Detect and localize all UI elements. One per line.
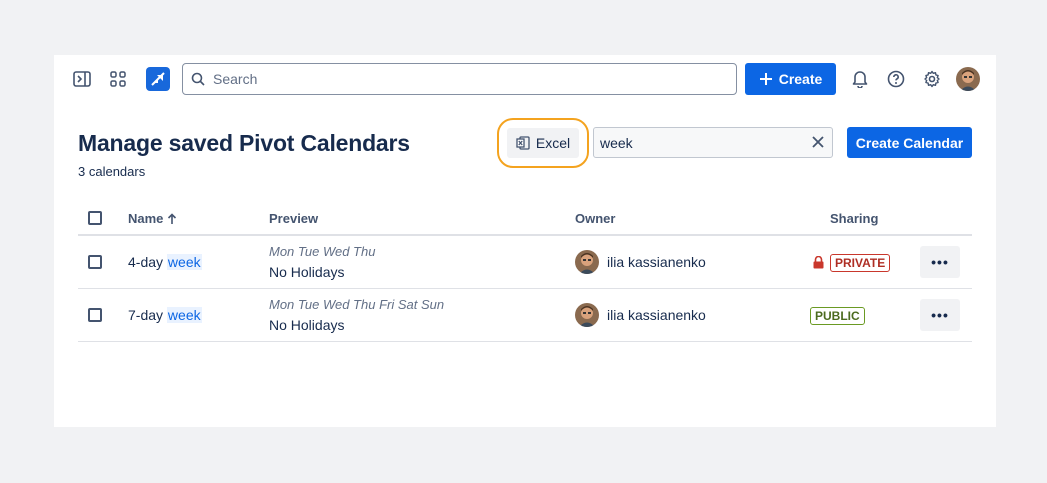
search-match-highlight: week: [166, 307, 202, 323]
calendar-name-link[interactable]: 4-day week: [128, 254, 202, 270]
row-checkbox[interactable]: [88, 255, 102, 269]
calendar-name-prefix: 7-day: [128, 307, 167, 323]
top-navigation-bar: Search Create: [54, 55, 996, 103]
filter-value: week: [600, 134, 633, 151]
column-preview-header: Preview: [269, 211, 319, 226]
gear-icon[interactable]: [920, 67, 944, 91]
column-sharing-header: Sharing: [830, 211, 879, 226]
search-icon: [191, 72, 205, 86]
search-placeholder: Search: [213, 71, 258, 87]
row-more-actions-button[interactable]: •••: [920, 246, 960, 278]
create-calendar-button[interactable]: Create Calendar: [847, 127, 972, 158]
clear-filter-icon[interactable]: [810, 134, 826, 150]
table-row: 7-day week Mon Tue Wed Thu Fri Sat Sun N…: [78, 289, 972, 342]
filter-input[interactable]: week: [593, 127, 833, 158]
table-header: Name Preview Owner Sharing: [78, 200, 972, 236]
plus-icon: [759, 73, 772, 85]
calendar-count: 3 calendars: [78, 164, 146, 179]
search-input[interactable]: Search: [182, 63, 737, 95]
calendar-name-prefix: 4-day: [128, 254, 167, 270]
table-row: 4-day week Mon Tue Wed Thu No Holidays i…: [78, 236, 972, 289]
preview-holidays: No Holidays: [269, 264, 345, 280]
excel-export-button[interactable]: Excel: [507, 128, 579, 158]
select-all-checkbox[interactable]: [88, 211, 102, 225]
page-title: Manage saved Pivot Calendars: [78, 130, 410, 156]
product-logo-icon[interactable]: [146, 67, 170, 91]
preview-holidays: No Holidays: [269, 317, 345, 333]
excel-highlight-ring: Excel: [497, 118, 589, 168]
owner-avatar: [575, 303, 599, 327]
preview-days: Mon Tue Wed Thu: [269, 244, 376, 259]
preview-days: Mon Tue Wed Thu Fri Sat Sun: [269, 297, 445, 312]
owner-name: ilia kassianenko: [607, 307, 706, 323]
sharing-status-badge: PUBLIC: [810, 307, 865, 325]
lock-icon: [813, 256, 824, 269]
sidebar-toggle-icon[interactable]: [70, 67, 94, 91]
sharing-status-badge: PRIVATE: [830, 254, 891, 272]
create-button-label: Create: [778, 71, 823, 87]
calendars-table: Name Preview Owner Sharing 4-day week Mo…: [78, 200, 972, 342]
column-name-header[interactable]: Name: [128, 211, 177, 226]
column-name-label: Name: [128, 211, 164, 226]
row-more-actions-button[interactable]: •••: [920, 299, 960, 331]
user-avatar[interactable]: [956, 67, 980, 91]
search-match-highlight: week: [166, 254, 202, 270]
column-owner-header: Owner: [575, 211, 616, 226]
owner-avatar: [575, 250, 599, 274]
owner-name: ilia kassianenko: [607, 254, 706, 270]
sort-ascending-icon: [168, 212, 177, 224]
excel-icon: [516, 136, 530, 150]
app-switcher-icon[interactable]: [106, 67, 130, 91]
help-icon[interactable]: [884, 67, 908, 91]
main-card: Search Create Manage saved Pivot Calenda…: [54, 55, 996, 427]
bell-icon[interactable]: [848, 67, 872, 91]
excel-button-label: Excel: [535, 135, 571, 151]
calendar-name-link[interactable]: 7-day week: [128, 307, 202, 323]
create-button[interactable]: Create: [745, 63, 836, 95]
row-checkbox[interactable]: [88, 308, 102, 322]
